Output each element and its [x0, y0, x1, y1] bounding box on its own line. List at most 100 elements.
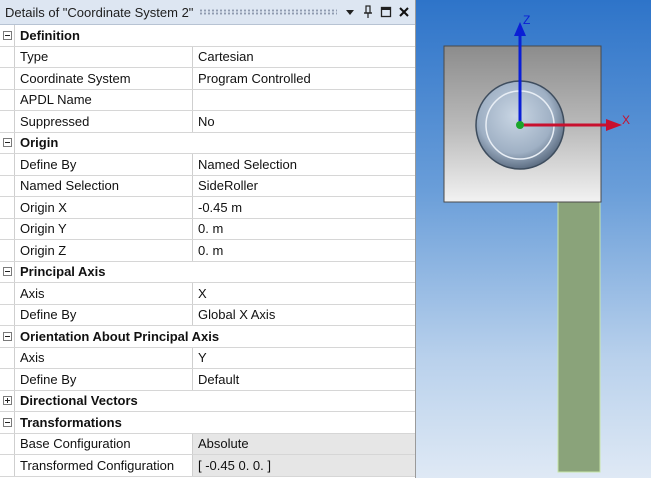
gutter [0, 326, 15, 347]
property-name: Type [15, 46, 193, 67]
gutter [0, 283, 15, 304]
group-header[interactable]: Orientation About Principal Axis [0, 326, 415, 348]
gutter [0, 25, 15, 46]
group-label: Principal Axis [20, 264, 106, 280]
property-value[interactable]: 0. m [193, 219, 415, 240]
property-value[interactable]: No [193, 111, 415, 132]
pin-icon[interactable] [361, 4, 375, 20]
gutter [0, 197, 15, 218]
property-value[interactable]: Named Selection [193, 154, 415, 175]
group-label: Orientation About Principal Axis [20, 328, 220, 344]
gutter [0, 240, 15, 261]
model-scene[interactable]: Z X [416, 0, 651, 478]
property-name: Coordinate System [15, 68, 193, 89]
property-value[interactable]: Cartesian [193, 47, 415, 68]
property-name: APDL Name [15, 89, 193, 110]
property-row[interactable]: Define By Global X Axis [0, 304, 415, 326]
restore-window-icon[interactable] [379, 4, 393, 20]
property-name: Transformed Configuration [15, 455, 193, 476]
plate-body[interactable] [557, 159, 601, 473]
group-label: Transformations [20, 414, 122, 430]
property-value[interactable]: 0. m [193, 240, 415, 261]
gutter [0, 412, 15, 433]
close-icon[interactable] [397, 4, 411, 20]
gutter [0, 304, 15, 325]
property-row[interactable]: Origin Z 0. m [0, 240, 415, 262]
collapse-icon[interactable] [2, 267, 12, 277]
property-value[interactable]: Global X Axis [193, 305, 415, 326]
property-value: Absolute [193, 433, 415, 454]
gutter [0, 433, 15, 454]
group-header[interactable]: Directional Vectors [0, 390, 415, 412]
gutter [0, 175, 15, 196]
details-title: Details of "Coordinate System 2" [5, 4, 194, 20]
property-name: Origin Z [15, 240, 193, 261]
property-row[interactable]: Axis Y [0, 347, 415, 369]
graphics-viewport[interactable]: Z X [416, 0, 651, 478]
gutter [0, 154, 15, 175]
property-value[interactable]: X [193, 283, 415, 304]
dropdown-triangle-icon[interactable] [343, 4, 357, 20]
property-value[interactable]: SideRoller [193, 176, 415, 197]
details-title-bar[interactable]: Details of "Coordinate System 2" [0, 0, 415, 25]
gutter [0, 89, 15, 110]
property-row[interactable]: Coordinate System Program Controlled [0, 68, 415, 90]
gutter [0, 347, 15, 368]
expand-icon[interactable] [2, 396, 12, 406]
property-row[interactable]: Transformed Configuration[ -0.45 0. 0. ] [0, 455, 415, 477]
x-axis-label: X [622, 113, 630, 127]
group-header[interactable]: Definition [0, 25, 415, 47]
gutter [0, 111, 15, 132]
collapse-icon[interactable] [2, 30, 12, 40]
property-row[interactable]: Base Configuration Absolute [0, 433, 415, 455]
property-name: Base Configuration [15, 433, 193, 454]
gutter [0, 68, 15, 89]
property-row[interactable]: Suppressed No [0, 111, 415, 133]
property-name: Axis [15, 347, 193, 368]
group-header[interactable]: Principal Axis [0, 261, 415, 283]
z-axis-label: Z [523, 13, 530, 27]
property-row[interactable]: Origin X -0.45 m [0, 197, 415, 219]
x-axis-arrowhead [606, 119, 622, 131]
gutter [0, 46, 15, 67]
property-value[interactable]: -0.45 m [193, 197, 415, 218]
property-value[interactable]: Y [193, 348, 415, 369]
gutter [0, 261, 15, 282]
gutter [0, 132, 15, 153]
property-name: Define By [15, 154, 193, 175]
property-grid: Definition Type Cartesian Coordinate System… [0, 25, 415, 477]
property-name: Axis [15, 283, 193, 304]
property-name: Suppressed [15, 111, 193, 132]
property-row[interactable]: Origin Y 0. m [0, 218, 415, 240]
property-name: Origin Y [15, 218, 193, 239]
property-name: Origin X [15, 197, 193, 218]
gutter [0, 455, 15, 476]
origin-marker [516, 121, 524, 129]
collapse-icon[interactable] [2, 138, 12, 148]
gutter [0, 390, 15, 411]
property-name: Named Selection [15, 175, 193, 196]
property-row[interactable]: Named Selection SideRoller [0, 175, 415, 197]
collapse-icon[interactable] [2, 331, 12, 341]
details-panel: Details of "Coordinate System 2" Definit… [0, 0, 416, 478]
title-grip[interactable] [199, 9, 337, 15]
property-row[interactable]: Define By Named Selection [0, 154, 415, 176]
group-label: Origin [20, 135, 59, 151]
property-name: Define By [15, 369, 193, 390]
property-row[interactable]: Type Cartesian [0, 46, 415, 68]
property-value[interactable]: Default [193, 369, 415, 390]
property-value: [ -0.45 0. 0. ] [193, 455, 415, 476]
property-row[interactable]: Axis X [0, 283, 415, 305]
gutter [0, 369, 15, 390]
property-value[interactable] [193, 90, 415, 111]
collapse-icon[interactable] [2, 417, 12, 427]
group-label: Definition [20, 27, 80, 43]
property-row[interactable]: APDL Name [0, 89, 415, 111]
property-name: Define By [15, 304, 193, 325]
property-value[interactable]: Program Controlled [193, 68, 415, 89]
gutter [0, 218, 15, 239]
group-header[interactable]: Origin [0, 132, 415, 154]
property-row[interactable]: Define By Default [0, 369, 415, 391]
group-header[interactable]: Transformations [0, 412, 415, 434]
group-label: Directional Vectors [20, 393, 138, 409]
